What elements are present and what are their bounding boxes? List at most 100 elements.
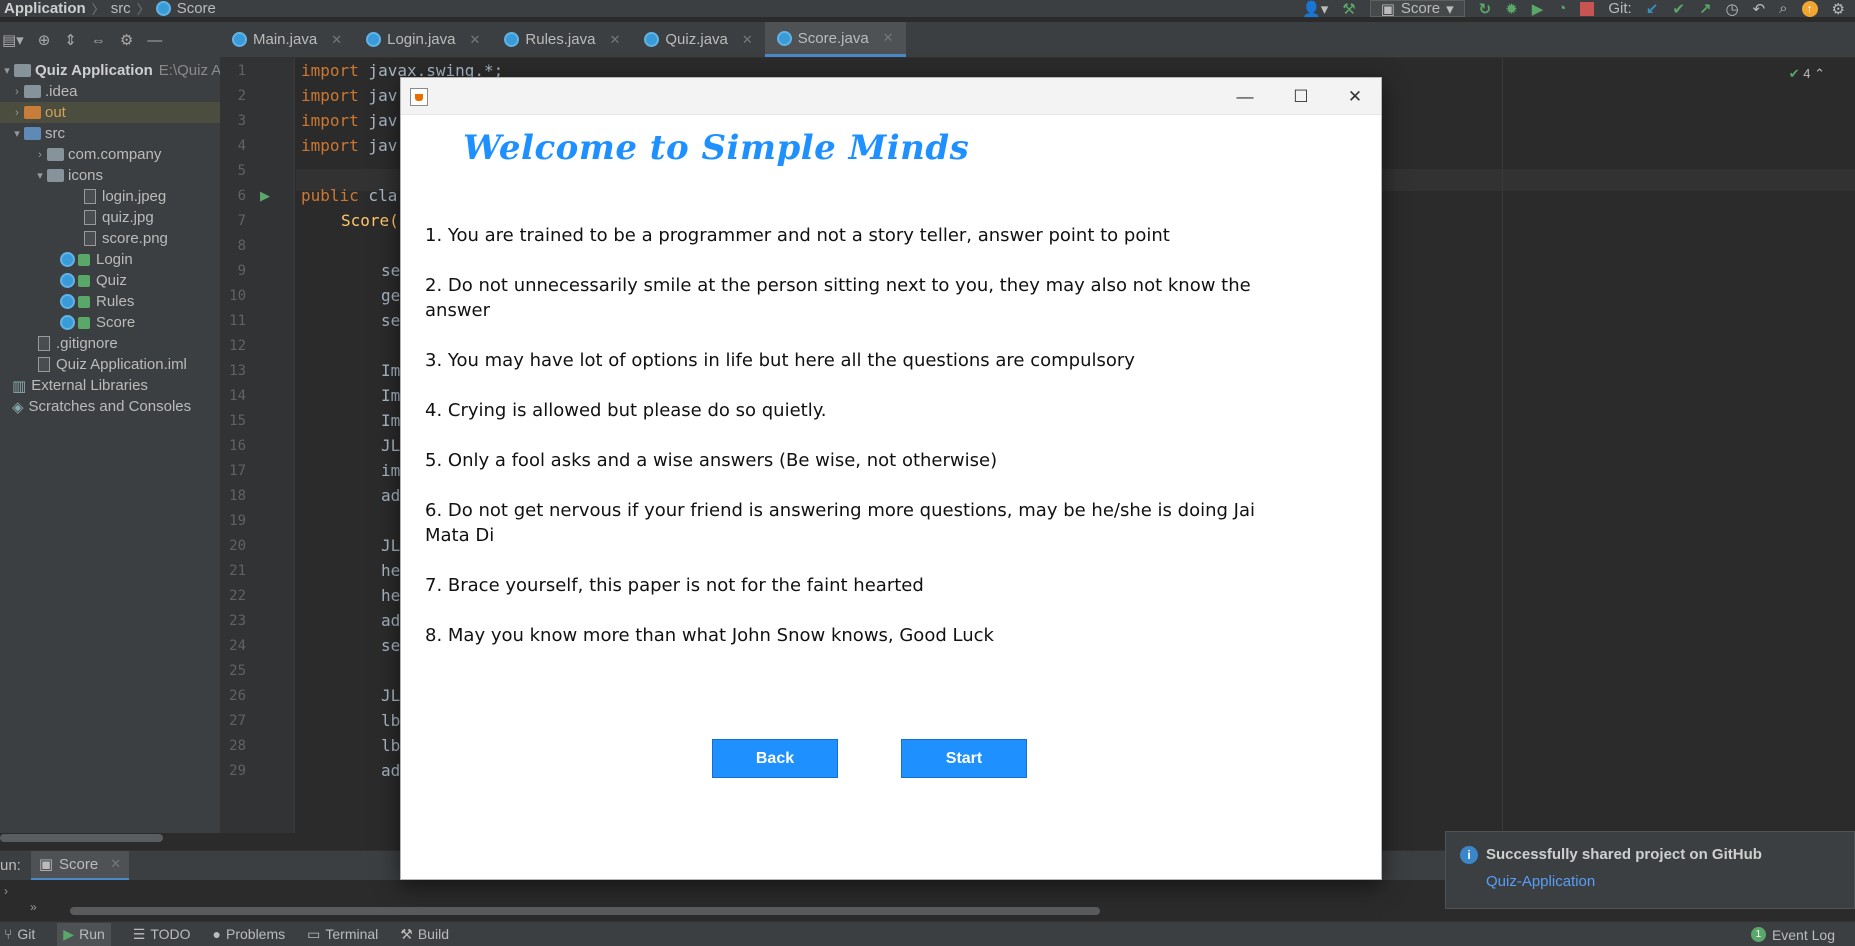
runnable-icon xyxy=(78,274,90,287)
tree-item-rules[interactable]: Rules xyxy=(60,291,134,312)
code-text: jav xyxy=(358,86,398,105)
chevron-down-icon[interactable]: ▾ xyxy=(10,127,24,140)
build-hammer-icon[interactable]: ⚒ xyxy=(1342,0,1355,18)
chevron-down-icon[interactable]: ▾ xyxy=(33,169,47,182)
run-gutter-icon[interactable]: ▶ xyxy=(260,188,270,204)
tree-item-quiz-jpg[interactable]: quiz.jpg xyxy=(84,207,154,228)
git-rollback-icon[interactable]: ↶ xyxy=(1753,0,1766,18)
profile-icon[interactable]: ◔ xyxy=(1557,0,1566,17)
hammer-icon: ⚒ xyxy=(400,925,413,942)
tree-root[interactable]: ▾ Quiz Application E:\Quiz Ap xyxy=(0,60,220,81)
gear-icon[interactable]: ⚙ xyxy=(120,31,133,49)
close-icon[interactable]: ✕ xyxy=(470,32,481,48)
tree-item-quiz[interactable]: Quiz xyxy=(60,270,127,291)
status-bar: ⑂ Git ▶ Run ☰ TODO ● Problems ▭ Terminal ⚒ Bui… xyxy=(0,921,1855,946)
run-tab-score[interactable]: ▣ Score ✕ xyxy=(30,850,130,881)
tab-quiz-java[interactable]: Quiz.java ✕ xyxy=(632,22,764,57)
breadcrumb-score[interactable]: Score xyxy=(177,0,216,17)
tree-item-icons[interactable]: ▾ icons xyxy=(33,165,103,186)
line-number: 5 xyxy=(237,163,246,179)
tab-main-java[interactable]: Main.java ✕ xyxy=(220,22,354,57)
console-scrollbar[interactable] xyxy=(70,907,1100,915)
close-icon[interactable]: ✕ xyxy=(742,32,753,48)
stop-icon[interactable] xyxy=(1580,1,1595,16)
window-title-bar[interactable]: — ☐ ✕ xyxy=(401,78,1381,115)
tab-label: Quiz.java xyxy=(665,31,728,48)
tool-terminal[interactable]: ▭ Terminal xyxy=(307,926,378,943)
close-icon[interactable]: ✕ xyxy=(883,30,894,46)
expand-all-icon[interactable]: ⇕ xyxy=(64,31,77,49)
line-number: 18 xyxy=(229,488,246,504)
event-count-badge: 1 xyxy=(1750,927,1766,942)
chevron-down-icon[interactable]: ▾ xyxy=(0,64,14,77)
close-icon[interactable]: ✕ xyxy=(609,32,620,48)
chevron-right-icon[interactable]: › xyxy=(10,107,24,119)
tool-todo[interactable]: ☰ TODO xyxy=(133,926,191,943)
tree-item-score-png[interactable]: score.png xyxy=(84,228,168,249)
tree-item-login[interactable]: Login xyxy=(60,249,133,270)
tree-item-src[interactable]: ▾ src xyxy=(10,123,65,144)
breadcrumb-project[interactable]: Application xyxy=(4,0,86,17)
chevron-right-icon[interactable]: › xyxy=(33,149,47,161)
notification-link[interactable]: Quiz-Application xyxy=(1486,873,1595,890)
hide-icon[interactable]: — xyxy=(147,32,162,49)
line-number: 13 xyxy=(229,363,246,379)
tree-item-gitignore[interactable]: .gitignore xyxy=(38,333,118,354)
tree-item-iml[interactable]: Quiz Application.iml xyxy=(38,354,187,375)
tree-item-scratches[interactable]: ◈ Scratches and Consoles xyxy=(12,396,191,417)
line-number: 24 xyxy=(229,638,246,654)
tree-item-idea[interactable]: › .idea xyxy=(10,81,77,102)
project-view-icon[interactable]: ▤▾ xyxy=(2,31,24,49)
chevron-right-icon[interactable]: › xyxy=(4,884,8,898)
tree-item-label: Score xyxy=(96,314,136,331)
inspection-widget[interactable]: ✔ 4 ⌃ xyxy=(1789,66,1825,82)
update-available-icon[interactable]: ↑ xyxy=(1801,0,1818,17)
tree-item-score[interactable]: Score xyxy=(60,312,135,333)
back-button[interactable]: Back xyxy=(712,739,838,778)
breadcrumb-src[interactable]: src xyxy=(111,0,131,17)
chevron-right-icon[interactable]: › xyxy=(10,86,24,98)
tool-git[interactable]: ⑂ Git xyxy=(4,926,35,942)
tab-score-java[interactable]: Score.java ✕ xyxy=(764,22,906,57)
run-configuration-select[interactable]: ▣ Score ▾ xyxy=(1369,0,1465,18)
line-number: 17 xyxy=(229,463,246,479)
tool-problems[interactable]: ● Problems xyxy=(213,926,286,942)
chevron-up-icon[interactable]: ⌃ xyxy=(1814,66,1825,81)
close-icon[interactable]: ✕ xyxy=(1327,78,1383,115)
debug-bug-icon[interactable]: ✹ xyxy=(1505,0,1518,18)
start-button[interactable]: Start xyxy=(901,739,1027,778)
code-line-13: Im xyxy=(381,361,401,380)
tree-item-login-jpeg[interactable]: login.jpeg xyxy=(84,186,166,207)
git-update-icon[interactable]: ↙ xyxy=(1646,0,1659,18)
git-commit-icon[interactable]: ✔ xyxy=(1672,0,1685,18)
user-icon[interactable]: 👤▾ xyxy=(1302,0,1328,18)
line-number: 19 xyxy=(229,513,246,529)
rerun-icon[interactable]: ↻ xyxy=(1479,0,1492,18)
close-icon[interactable]: ✕ xyxy=(331,32,342,48)
double-chevron-icon[interactable]: » xyxy=(30,900,37,914)
locate-icon[interactable]: ⊕ xyxy=(38,31,51,49)
event-log[interactable]: 1 Event Log xyxy=(1750,922,1835,946)
tab-login-java[interactable]: Login.java ✕ xyxy=(354,22,492,57)
settings-gear-icon[interactable]: ⚙ xyxy=(1832,0,1845,18)
tab-rules-java[interactable]: Rules.java ✕ xyxy=(492,22,632,57)
line-number: 1 xyxy=(237,63,246,79)
minimize-icon[interactable]: — xyxy=(1217,78,1273,115)
tree-item-label: Quiz Application.iml xyxy=(56,356,187,373)
close-icon[interactable]: ✕ xyxy=(110,856,121,872)
line-number: 11 xyxy=(229,313,246,329)
project-scrollbar[interactable] xyxy=(0,834,163,842)
tab-label: Rules.java xyxy=(525,31,596,48)
collapse-all-icon[interactable]: ⇔ xyxy=(91,32,106,49)
coverage-icon[interactable]: ▶ xyxy=(1532,0,1544,18)
tool-build[interactable]: ⚒ Build xyxy=(400,926,449,943)
tree-item-out[interactable]: › out xyxy=(0,102,220,123)
tool-run[interactable]: ▶ Run xyxy=(57,922,111,946)
git-history-icon[interactable]: ◷ xyxy=(1725,0,1738,18)
search-icon[interactable]: ⌕ xyxy=(1779,0,1787,17)
problems-icon: ● xyxy=(212,926,221,942)
git-push-icon[interactable]: ↗ xyxy=(1699,0,1712,18)
maximize-icon[interactable]: ☐ xyxy=(1273,78,1329,115)
tree-item-com-company[interactable]: › com.company xyxy=(33,144,161,165)
tree-item-external-libraries[interactable]: ▥ External Libraries xyxy=(12,375,148,396)
